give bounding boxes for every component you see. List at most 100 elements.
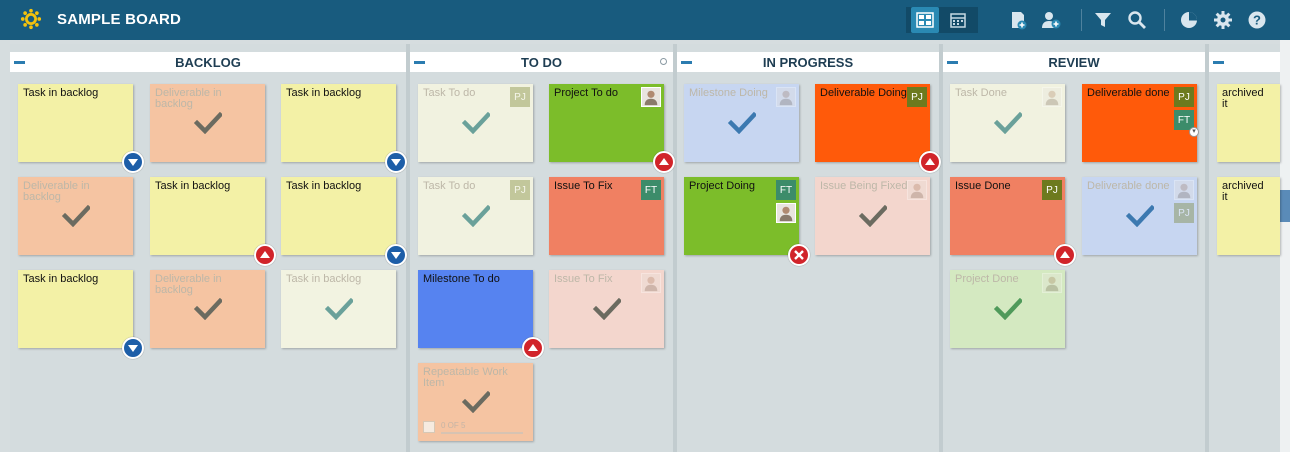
- card[interactable]: Task in backlog: [281, 84, 407, 173]
- card-title: Task in backlog: [286, 87, 362, 99]
- expand-avatars-icon[interactable]: ▾: [1189, 127, 1199, 137]
- search-icon[interactable]: [1123, 7, 1151, 33]
- column-header: TO DO: [410, 52, 673, 72]
- high-priority-icon[interactable]: [919, 151, 941, 173]
- low-priority-icon[interactable]: [122, 151, 144, 173]
- card-title: Task in backlog: [286, 273, 362, 285]
- card[interactable]: Issue Being Fixed: [815, 177, 930, 255]
- blocked-icon[interactable]: [788, 244, 810, 266]
- card[interactable]: Task in backlog: [281, 270, 396, 348]
- low-priority-icon[interactable]: [385, 244, 407, 266]
- high-priority-icon[interactable]: [653, 151, 675, 173]
- card[interactable]: Deliverable in backlog: [150, 270, 265, 348]
- user-initials-avatar[interactable]: FT: [641, 180, 661, 200]
- analytics-icon[interactable]: [1175, 7, 1203, 33]
- card[interactable]: Deliverable done PJ: [1082, 177, 1197, 255]
- help-icon[interactable]: ?: [1243, 7, 1271, 33]
- user-avatar[interactable]: [1174, 180, 1194, 200]
- card[interactable]: Task To do PJ: [418, 177, 533, 255]
- user-initials-avatar[interactable]: PJ: [907, 87, 927, 107]
- card-title: Task in backlog: [155, 180, 231, 192]
- checklist-checkbox[interactable]: [423, 421, 435, 433]
- low-priority-icon[interactable]: [385, 151, 407, 173]
- user-avatar[interactable]: [641, 273, 661, 293]
- checkmark-icon: [1125, 204, 1156, 228]
- card-title: Task in backlog: [23, 87, 99, 99]
- collapse-column-icon[interactable]: [1213, 61, 1224, 64]
- card-title: Issue Being Fixed: [820, 180, 908, 192]
- card[interactable]: archived it: [1217, 84, 1280, 162]
- svg-text:?: ?: [1253, 13, 1261, 28]
- card-title: Deliverable done: [1087, 180, 1170, 192]
- filter-icon[interactable]: [1089, 7, 1117, 33]
- user-avatar[interactable]: [1042, 87, 1062, 107]
- checkmark-icon: [461, 390, 492, 414]
- user-avatar[interactable]: [776, 203, 796, 223]
- user-avatar[interactable]: [776, 87, 796, 107]
- user-avatar[interactable]: [641, 87, 661, 107]
- checklist-progress-text: 0 OF 5: [441, 421, 466, 430]
- card[interactable]: Deliverable Doing PJ: [815, 84, 941, 173]
- checkmark-icon: [461, 111, 492, 135]
- settings-icon[interactable]: [1209, 7, 1237, 33]
- calendar-view-icon[interactable]: [944, 7, 972, 33]
- high-priority-icon[interactable]: [254, 244, 276, 266]
- column-title: IN PROGRESS: [762, 55, 854, 70]
- checkmark-icon: [193, 297, 224, 321]
- card[interactable]: archived it: [1217, 177, 1280, 255]
- card-title: Task To do: [423, 180, 476, 192]
- card[interactable]: Deliverable done PJ FT ▾: [1082, 84, 1199, 162]
- user-initials-avatar[interactable]: PJ: [1174, 87, 1194, 107]
- card-title: Deliverable done: [1087, 87, 1170, 99]
- toolbar-separator: [1164, 9, 1165, 31]
- checklist-progress: 0 OF 5: [423, 421, 523, 435]
- card[interactable]: Task Done: [950, 84, 1065, 162]
- card-title: Milestone Doing: [689, 87, 768, 99]
- column-title: BACKLOG: [175, 55, 241, 70]
- add-user-icon[interactable]: [1037, 7, 1065, 33]
- card[interactable]: Deliverable in backlog: [150, 84, 265, 162]
- card[interactable]: Task in backlog: [18, 84, 144, 173]
- card[interactable]: Issue Done PJ: [950, 177, 1076, 266]
- board-view-icon[interactable]: [911, 7, 939, 33]
- card[interactable]: Task in backlog: [150, 177, 276, 266]
- card[interactable]: Milestone Doing: [684, 84, 799, 162]
- checklist-progress-bar: [441, 432, 523, 434]
- card-title: Task To do: [423, 87, 476, 99]
- card[interactable]: Project Doing FT: [684, 177, 810, 266]
- card-title: Deliverable in backlog: [155, 87, 222, 110]
- card[interactable]: Project Done: [950, 270, 1065, 348]
- card[interactable]: Task To do PJ: [418, 84, 533, 162]
- card[interactable]: Issue To Fix FT: [549, 177, 664, 255]
- card-title: Issue To Fix: [554, 180, 613, 192]
- card-title: Task Done: [955, 87, 1007, 99]
- card[interactable]: Repeatable Work Item 0 OF 5: [418, 363, 533, 441]
- checkmark-icon: [324, 297, 355, 321]
- card[interactable]: Task in backlog: [18, 270, 144, 359]
- board-title: SAMPLE BOARD: [57, 11, 182, 28]
- card-title: Deliverable Doing: [820, 87, 907, 99]
- card-title: Task in backlog: [23, 273, 99, 285]
- column-options-icon[interactable]: [660, 58, 667, 65]
- card[interactable]: Issue To Fix: [549, 270, 664, 348]
- card-title: Project Doing: [689, 180, 756, 192]
- card[interactable]: Task in backlog: [281, 177, 407, 266]
- card[interactable]: Milestone To do: [418, 270, 544, 359]
- card[interactable]: Deliverable in backlog: [18, 177, 133, 255]
- top-bar: SAMPLE BOARD ?: [0, 0, 1290, 40]
- user-initials-avatar[interactable]: FT: [776, 180, 796, 200]
- user-avatar[interactable]: [907, 180, 927, 200]
- user-initials-avatar[interactable]: PJ: [1174, 203, 1194, 223]
- high-priority-icon[interactable]: [522, 337, 544, 359]
- card-title: Project To do: [554, 87, 619, 99]
- card-title: Milestone To do: [423, 273, 500, 285]
- user-initials-avatar[interactable]: PJ: [510, 87, 530, 107]
- user-avatar[interactable]: [1042, 273, 1062, 293]
- card-title: archived it: [1222, 180, 1264, 203]
- user-initials-avatar[interactable]: PJ: [1042, 180, 1062, 200]
- high-priority-icon[interactable]: [1054, 244, 1076, 266]
- user-initials-avatar[interactable]: PJ: [510, 180, 530, 200]
- low-priority-icon[interactable]: [122, 337, 144, 359]
- add-card-icon[interactable]: [1004, 7, 1032, 33]
- card[interactable]: Project To do: [549, 84, 675, 173]
